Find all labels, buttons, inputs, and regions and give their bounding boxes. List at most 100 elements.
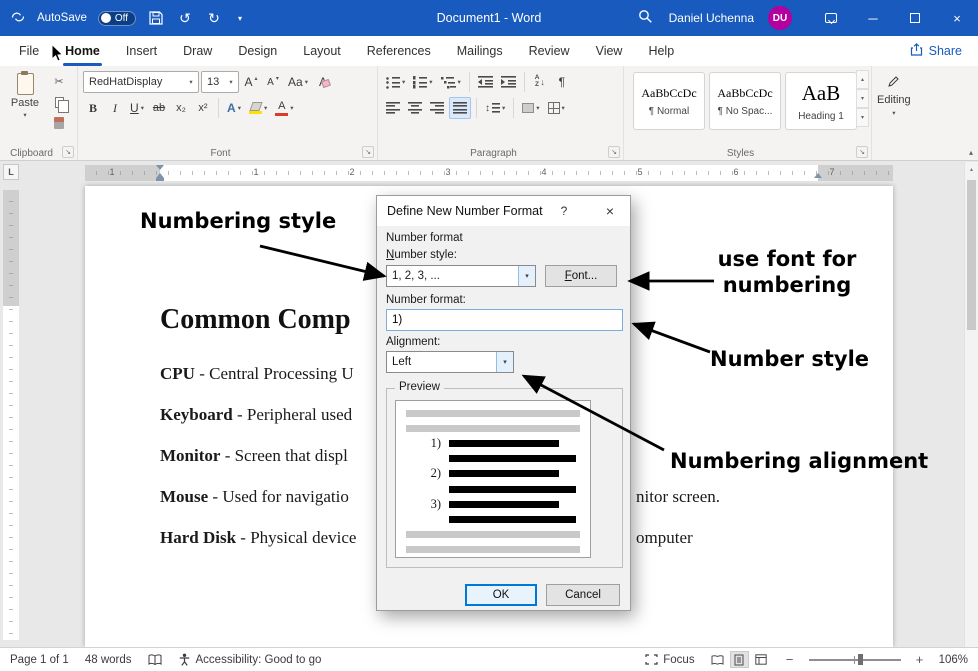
justify-button[interactable] [449, 97, 471, 119]
style-heading-1[interactable]: AaB Heading 1 [785, 72, 857, 130]
grow-font-button[interactable]: A▴ [241, 71, 261, 93]
search-icon[interactable] [631, 9, 661, 27]
cut-button[interactable]: ✂ [48, 72, 70, 90]
font-button[interactable]: Font... [545, 265, 617, 287]
autosave-toggle[interactable]: Off [98, 11, 136, 26]
zoom-slider[interactable] [809, 653, 901, 667]
dialog-help-button[interactable]: ? [556, 204, 572, 218]
clear-formatting-button[interactable]: A [313, 71, 333, 93]
align-right-button[interactable] [427, 97, 447, 119]
font-group-label: Font [78, 148, 363, 159]
web-layout-button[interactable] [752, 651, 771, 668]
focus-button[interactable]: Focus [645, 654, 694, 666]
align-left-button[interactable] [383, 97, 403, 119]
tab-layout[interactable]: Layout [290, 36, 354, 66]
tab-design[interactable]: Design [225, 36, 290, 66]
paste-button[interactable]: Paste ▾ [5, 69, 45, 132]
collapse-ribbon-button[interactable]: ▴ [969, 148, 973, 157]
shrink-font-button[interactable]: A▾ [263, 71, 283, 93]
zoom-in-button[interactable]: + [914, 652, 926, 667]
highlight-button[interactable]: ▾ [246, 97, 270, 119]
underline-button[interactable]: U▾ [127, 97, 147, 119]
undo-button[interactable]: ↺ [176, 8, 194, 28]
cancel-button[interactable]: Cancel [546, 584, 620, 606]
maximize-button[interactable] [894, 0, 936, 36]
multilevel-list-button[interactable]: ▾ [438, 71, 464, 93]
tab-selector[interactable]: L [3, 164, 19, 180]
borders-button[interactable]: ▾ [545, 97, 568, 119]
copy-button[interactable] [48, 93, 70, 111]
zoom-out-button[interactable]: − [784, 652, 796, 667]
clipboard-dialog-launcher[interactable]: ↘ [62, 146, 74, 158]
alignment-select[interactable]: Left ▾ [386, 351, 514, 373]
styles-more-button[interactable]: ▾ [856, 108, 869, 127]
styles-scroll-down-button[interactable]: ▾ [856, 89, 869, 108]
show-hide-marks-button[interactable]: ¶ [552, 71, 572, 93]
accessibility-status[interactable]: Accessibility: Good to go [178, 653, 322, 666]
font-name-select[interactable]: RedHatDisplay ▾ [83, 71, 199, 93]
font-color-button[interactable]: A▾ [272, 97, 296, 119]
scrollbar-thumb[interactable] [967, 180, 976, 330]
shading-button[interactable]: ▾ [519, 97, 542, 119]
ok-button[interactable]: OK [465, 584, 537, 606]
zoom-slider-thumb[interactable] [858, 654, 863, 665]
tab-insert[interactable]: Insert [113, 36, 170, 66]
number-style-select[interactable]: 1, 2, 3, ... ▾ [386, 265, 536, 287]
tab-view[interactable]: View [583, 36, 636, 66]
styles-scroll-up-button[interactable]: ▴ [856, 70, 869, 89]
styles-dialog-launcher[interactable]: ↘ [856, 146, 868, 158]
text-effects-button[interactable]: A▾ [224, 97, 244, 119]
subscript-button[interactable]: x₂ [171, 97, 191, 119]
tab-mailings[interactable]: Mailings [444, 36, 516, 66]
sort-button[interactable]: AZ↓ [530, 71, 550, 93]
superscript-button[interactable]: x² [193, 97, 213, 119]
bold-button[interactable]: B [83, 97, 103, 119]
align-center-button[interactable] [405, 97, 425, 119]
avatar[interactable]: DU [768, 6, 792, 30]
paragraph-dialog-launcher[interactable]: ↘ [608, 146, 620, 158]
qat-customize-button[interactable]: ▾ [234, 8, 246, 28]
first-line-indent-marker[interactable] [156, 165, 164, 170]
tab-review[interactable]: Review [516, 36, 583, 66]
proofing-button[interactable] [148, 654, 162, 666]
tab-file[interactable]: File [6, 36, 52, 66]
left-indent-marker[interactable] [156, 178, 164, 181]
read-mode-button[interactable] [708, 651, 727, 668]
strikethrough-button[interactable]: ab [149, 97, 169, 119]
bullets-button[interactable]: ▾ [383, 71, 408, 93]
zoom-percentage[interactable]: 106% [939, 654, 968, 666]
format-painter-button[interactable] [48, 114, 70, 132]
right-indent-marker[interactable] [814, 173, 822, 178]
print-layout-button[interactable] [730, 651, 749, 668]
dialog-close-button[interactable]: × [596, 200, 624, 222]
ribbon-display-options-button[interactable] [810, 0, 852, 36]
tab-draw[interactable]: Draw [170, 36, 225, 66]
italic-button[interactable]: I [105, 97, 125, 119]
redo-button[interactable]: ↻ [205, 8, 223, 28]
share-button[interactable]: Share [894, 36, 978, 66]
page-indicator[interactable]: Page 1 of 1 [10, 654, 69, 666]
word-count[interactable]: 48 words [85, 654, 132, 666]
user-name[interactable]: Daniel Uchenna [669, 11, 754, 25]
vertical-scrollbar[interactable]: ▴ [964, 162, 978, 647]
style-normal[interactable]: AaBbCcDc ¶ Normal [633, 72, 705, 130]
tab-help[interactable]: Help [635, 36, 687, 66]
close-button[interactable]: × [936, 0, 978, 36]
change-case-button[interactable]: Aa▾ [285, 71, 311, 93]
scroll-up-icon[interactable]: ▴ [965, 162, 978, 176]
minimize-button[interactable]: ─ [852, 0, 894, 36]
save-button[interactable] [147, 8, 165, 28]
style-no-spacing[interactable]: AaBbCcDc ¶ No Spac... [709, 72, 781, 130]
font-size-select[interactable]: 13 ▾ [201, 71, 239, 93]
increase-indent-button[interactable] [498, 71, 519, 93]
tab-home[interactable]: Home [52, 36, 113, 66]
font-dialog-launcher[interactable]: ↘ [362, 146, 374, 158]
line-spacing-button[interactable]: ↕▾ [482, 97, 508, 119]
editing-button[interactable]: Editing ▾ [877, 69, 911, 117]
horizontal-ruler[interactable]: 1 1 2 3 4 5 6 7 [85, 165, 893, 181]
numbering-button[interactable]: ▾ [410, 71, 435, 93]
decrease-indent-button[interactable] [475, 71, 496, 93]
tab-references[interactable]: References [354, 36, 444, 66]
number-format-input[interactable] [386, 309, 623, 331]
vertical-ruler[interactable] [3, 190, 19, 640]
